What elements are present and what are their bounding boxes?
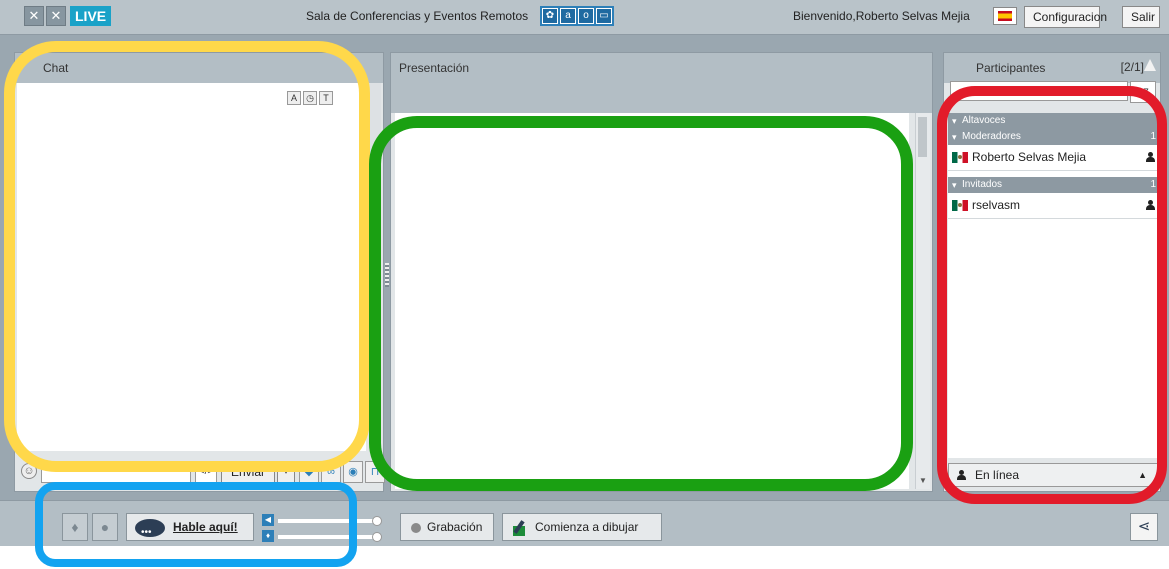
record-label: Grabación bbox=[427, 520, 483, 534]
draw-button[interactable]: Comienza a dibujar bbox=[502, 513, 662, 541]
record-button[interactable]: Grabación bbox=[400, 513, 494, 541]
collapse-icon[interactable]: ✕ bbox=[46, 6, 66, 26]
record-dot-icon bbox=[411, 522, 421, 533]
exit-button[interactable]: Salir bbox=[1122, 6, 1160, 28]
share-icon[interactable]: ⋖ bbox=[1130, 513, 1158, 541]
expand-icon[interactable]: ✕ bbox=[24, 6, 44, 26]
live-badge: LIVE bbox=[70, 6, 112, 26]
draw-label: Comienza a dibujar bbox=[535, 520, 639, 534]
layout-icon[interactable]: ▭ bbox=[596, 8, 612, 24]
presentation-scrollbar[interactable]: ▼ bbox=[915, 113, 930, 489]
participants-count: [2/1] bbox=[1120, 60, 1144, 74]
scroll-down-icon[interactable]: ▼ bbox=[919, 476, 927, 485]
participants-title: Participantes bbox=[976, 61, 1046, 75]
welcome-text: Bienvenido,Roberto Selvas Mejia bbox=[793, 9, 970, 23]
presentation-title: Presentación bbox=[399, 61, 470, 75]
pencil-icon bbox=[513, 520, 529, 536]
participants-highlight-ring bbox=[937, 86, 1167, 504]
presentation-header: Presentación bbox=[391, 53, 932, 113]
presentation-highlight-ring bbox=[369, 116, 913, 491]
config-button[interactable]: Configuracion bbox=[1024, 6, 1107, 28]
eye-icon[interactable]: ◉ bbox=[343, 461, 363, 483]
media-controls-highlight-ring bbox=[35, 482, 357, 567]
room-title: Sala de Conferencias y Eventos Remotos bbox=[306, 9, 529, 23]
spain-flag-icon[interactable] bbox=[993, 7, 1017, 25]
settings-icon[interactable]: ✿ bbox=[542, 8, 558, 24]
mic-volume-knob[interactable] bbox=[372, 532, 382, 542]
speaker-volume-knob[interactable] bbox=[372, 516, 382, 526]
participants-header: Participantes [2/1] bbox=[944, 53, 1160, 83]
scroll-thumb[interactable] bbox=[918, 117, 927, 157]
chat-highlight-ring bbox=[4, 41, 370, 472]
room-tools: ✿ a o ▭ bbox=[540, 6, 614, 26]
warning-icon bbox=[1144, 59, 1156, 71]
lock-icon[interactable]: a bbox=[560, 8, 576, 24]
top-bar: ✕ ✕ LIVE Sala de Conferencias y Eventos … bbox=[0, 0, 1169, 35]
record-icon[interactable]: o bbox=[578, 8, 594, 24]
